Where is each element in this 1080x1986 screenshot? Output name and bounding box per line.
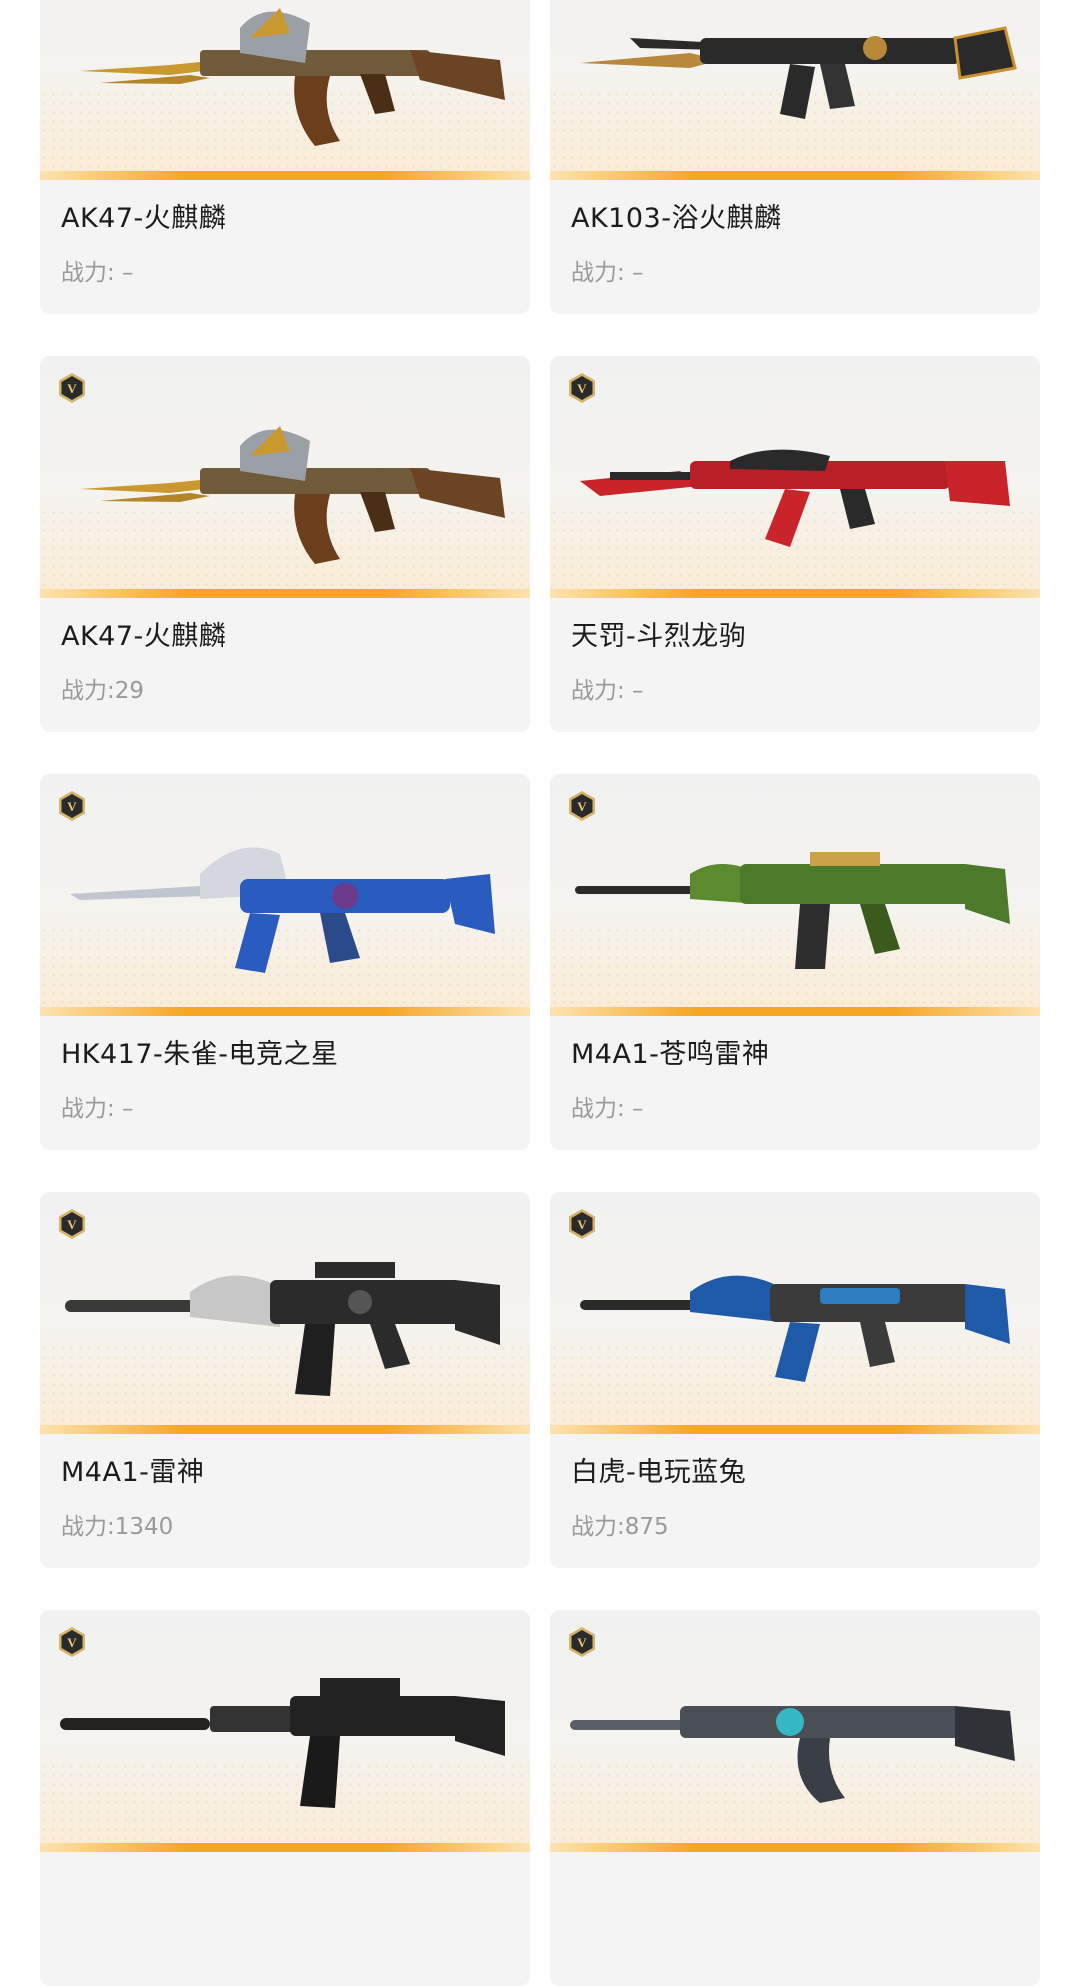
weapon-name: 白虎-电玩蓝兔: [571, 1457, 747, 1488]
svg-text:V: V: [577, 381, 587, 396]
m4a1-azure-thunder-icon: [575, 852, 1010, 969]
svg-text:V: V: [577, 799, 587, 814]
vip-v-hexagon-icon: V: [569, 1209, 595, 1239]
weapon-thumbnail: V: [40, 356, 530, 598]
svg-text:V: V: [67, 1217, 77, 1232]
weapon-thumbnail: [550, 0, 1040, 180]
weapon-name: AK103-浴火麒麟: [571, 203, 782, 234]
weapon-power: 战力: –: [571, 678, 644, 704]
svg-text:V: V: [67, 799, 77, 814]
weapon-thumbnail: V: [550, 356, 1040, 598]
weapon-power: 战力: –: [61, 260, 134, 286]
svg-text:V: V: [67, 1635, 77, 1650]
svg-text:V: V: [577, 1217, 587, 1232]
svg-text:V: V: [577, 1635, 587, 1650]
ak47-fire-qilin-icon: [80, 426, 505, 564]
weapon-card[interactable]: V HK417-朱雀-电竞之星 战力: –: [40, 774, 530, 1150]
weapon-name: HK417-朱雀-电竞之星: [61, 1039, 339, 1070]
weapon-name: M4A1-苍鸣雷神: [571, 1039, 770, 1070]
vip-v-hexagon-icon: V: [569, 373, 595, 403]
vip-v-hexagon-icon: V: [59, 1627, 85, 1657]
weapon-card[interactable]: V: [40, 1610, 530, 1986]
weapon-card[interactable]: AK47-火麒麟 战力: –: [40, 0, 530, 314]
weapon-thumbnail: [40, 0, 530, 180]
ak103-phoenix-qilin-icon: [580, 26, 1017, 119]
m4a1-standard-icon: [60, 1678, 505, 1808]
m4a1-thunder-god-icon: [65, 1262, 500, 1396]
weapon-name: M4A1-雷神: [61, 1457, 205, 1488]
weapon-card[interactable]: V M4A1-苍鸣雷神 战力: –: [550, 774, 1040, 1150]
weapon-thumbnail: V: [40, 774, 530, 1016]
weapon-thumbnail: V: [550, 774, 1040, 1016]
ak47-fire-qilin-icon: [80, 8, 505, 146]
weapon-thumbnail: V: [550, 1192, 1040, 1434]
weapon-power: 战力: –: [571, 1096, 644, 1122]
baihu-game-blue-rabbit-icon: [580, 1275, 1010, 1382]
weapon-power: 战力: –: [61, 1096, 134, 1122]
weapon-name: AK47-火麒麟: [61, 621, 227, 652]
vip-v-hexagon-icon: V: [569, 791, 595, 821]
weapon-name: 天罚-斗烈龙驹: [571, 621, 747, 652]
weapon-power: 战力: –: [571, 260, 644, 286]
weapon-card[interactable]: V AK47-火麒麟 战力:29: [40, 356, 530, 732]
vip-v-hexagon-icon: V: [59, 791, 85, 821]
hk417-vermilion-esports-icon: [70, 847, 495, 973]
weapon-card[interactable]: AK103-浴火麒麟 战力: –: [550, 0, 1040, 314]
weapon-card[interactable]: V 天罚-斗烈龙驹 战力: –: [550, 356, 1040, 732]
vip-v-hexagon-icon: V: [569, 1627, 595, 1657]
weapon-card[interactable]: V 白虎-电玩蓝兔 战力:875: [550, 1192, 1040, 1568]
weapon-power: 战力:875: [571, 1514, 669, 1540]
weapon-name: AK47-火麒麟: [61, 203, 227, 234]
weapon-card[interactable]: V M4A1-雷神 战力:1340: [40, 1192, 530, 1568]
weapon-power: 战力:1340: [61, 1514, 174, 1540]
weapon-card[interactable]: V: [550, 1610, 1040, 1986]
tianfa-dragon-colt-icon: [580, 449, 1010, 547]
weapon-thumbnail: V: [40, 1192, 530, 1434]
svg-text:V: V: [67, 381, 77, 396]
ak-cyan-mech-icon: [570, 1706, 1015, 1803]
vip-v-hexagon-icon: V: [59, 1209, 85, 1239]
weapon-power: 战力:29: [61, 678, 145, 704]
vip-v-hexagon-icon: V: [59, 373, 85, 403]
